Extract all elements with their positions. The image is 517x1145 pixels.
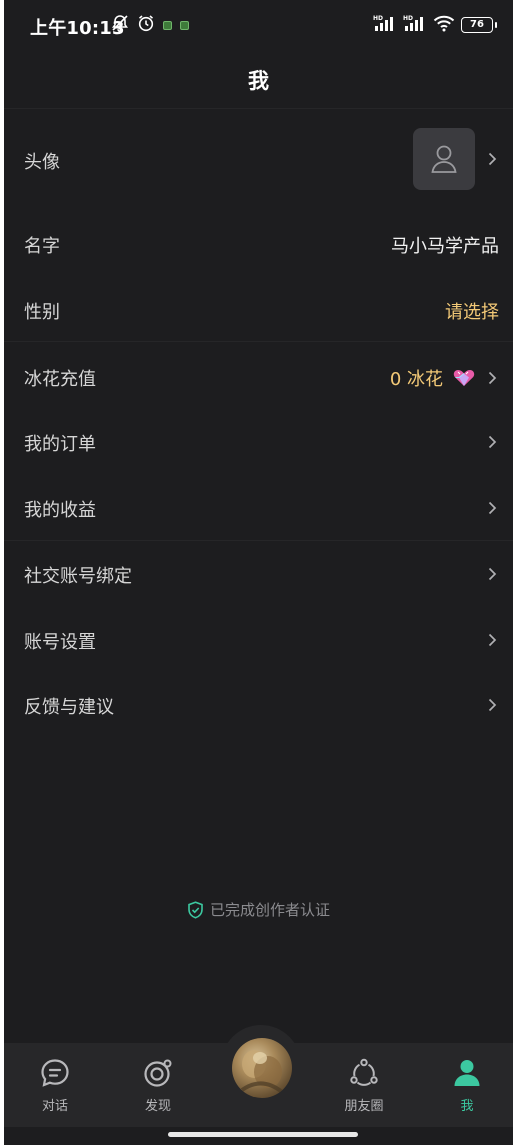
app-screen: 上午10:13 HD HD 76 我 头像 名字 马小马学产品 性别 请选择 冰… <box>4 0 513 1145</box>
settings-row-social-binding[interactable]: 社交账号绑定 <box>4 552 513 596</box>
gender-select-placeholder: 请选择 <box>445 302 499 323</box>
discover-orbit-icon <box>144 1059 172 1087</box>
notification-dot-icon <box>163 20 172 30</box>
certification-text: 已完成创作者认证 <box>209 901 330 919</box>
row-label: 账号设置 <box>24 632 96 653</box>
tab-label: 发现 <box>144 1099 171 1114</box>
row-label: 反馈与建议 <box>24 697 114 718</box>
bell-muted-icon <box>111 14 129 36</box>
divider <box>4 341 513 342</box>
chevron-right-icon <box>488 698 497 712</box>
name-value: 马小马学产品 <box>391 236 499 257</box>
home-indicator <box>168 1132 358 1137</box>
settings-row-orders[interactable]: 我的订单 <box>4 420 513 464</box>
wifi-icon <box>433 14 455 36</box>
signal-hd-icon: HD <box>403 14 427 36</box>
row-label: 名字 <box>24 236 60 257</box>
settings-row-account[interactable]: 账号设置 <box>4 618 513 662</box>
tab-label: 对话 <box>41 1099 68 1114</box>
tab-discover[interactable]: 发现 <box>118 1057 198 1114</box>
settings-row-name[interactable]: 名字 马小马学产品 <box>4 222 513 266</box>
chevron-right-icon <box>488 567 497 581</box>
settings-row-recharge[interactable]: 冰花充值 0 冰花 <box>4 355 513 399</box>
settings-row-avatar[interactable]: 头像 <box>4 124 513 196</box>
character-photo-icon <box>240 1050 284 1094</box>
shield-check-icon <box>188 900 203 919</box>
heart-gem-icon <box>453 370 475 386</box>
tab-me[interactable]: 我 <box>427 1057 507 1114</box>
creator-certification: 已完成创作者认证 <box>4 899 513 920</box>
divider <box>4 540 513 541</box>
tab-moments[interactable]: 朋友圈 <box>324 1057 404 1114</box>
svg-text:HD: HD <box>403 15 413 22</box>
ice-flower-balance: 0 冰花 <box>389 369 443 390</box>
svg-text:HD: HD <box>373 15 383 22</box>
row-label: 冰花充值 <box>24 369 96 390</box>
user-placeholder-icon <box>431 145 457 173</box>
tab-label: 我 <box>460 1099 474 1114</box>
settings-row-earnings[interactable]: 我的收益 <box>4 486 513 530</box>
chevron-right-icon <box>488 435 497 449</box>
page-title: 我 <box>248 69 269 93</box>
row-label: 头像 <box>24 152 60 173</box>
page-header: 我 <box>4 52 513 109</box>
row-label: 我的收益 <box>24 500 96 521</box>
center-character-avatar[interactable] <box>232 1038 292 1098</box>
settings-row-gender[interactable]: 性别 请选择 <box>4 288 513 332</box>
avatar[interactable] <box>413 128 475 190</box>
chevron-right-icon <box>488 501 497 515</box>
settings-row-feedback[interactable]: 反馈与建议 <box>4 683 513 727</box>
notification-dot-icon <box>180 20 189 30</box>
chevron-right-icon <box>488 371 497 385</box>
row-label: 社交账号绑定 <box>24 566 132 587</box>
chat-bubble-icon <box>41 1059 69 1087</box>
tab-label: 朋友圈 <box>344 1099 384 1114</box>
chevron-right-icon <box>488 152 497 166</box>
signal-hd-icon: HD <box>373 14 397 36</box>
user-solid-icon <box>454 1060 480 1086</box>
tab-chat[interactable]: 对话 <box>15 1057 95 1114</box>
alarm-icon <box>137 14 155 36</box>
chevron-right-icon <box>488 633 497 647</box>
battery-icon: 76 <box>461 17 497 33</box>
moments-circle-icon <box>350 1058 378 1086</box>
row-label: 我的订单 <box>24 434 96 455</box>
status-bar: 上午10:13 HD HD 76 <box>4 0 513 52</box>
row-label: 性别 <box>24 302 60 323</box>
